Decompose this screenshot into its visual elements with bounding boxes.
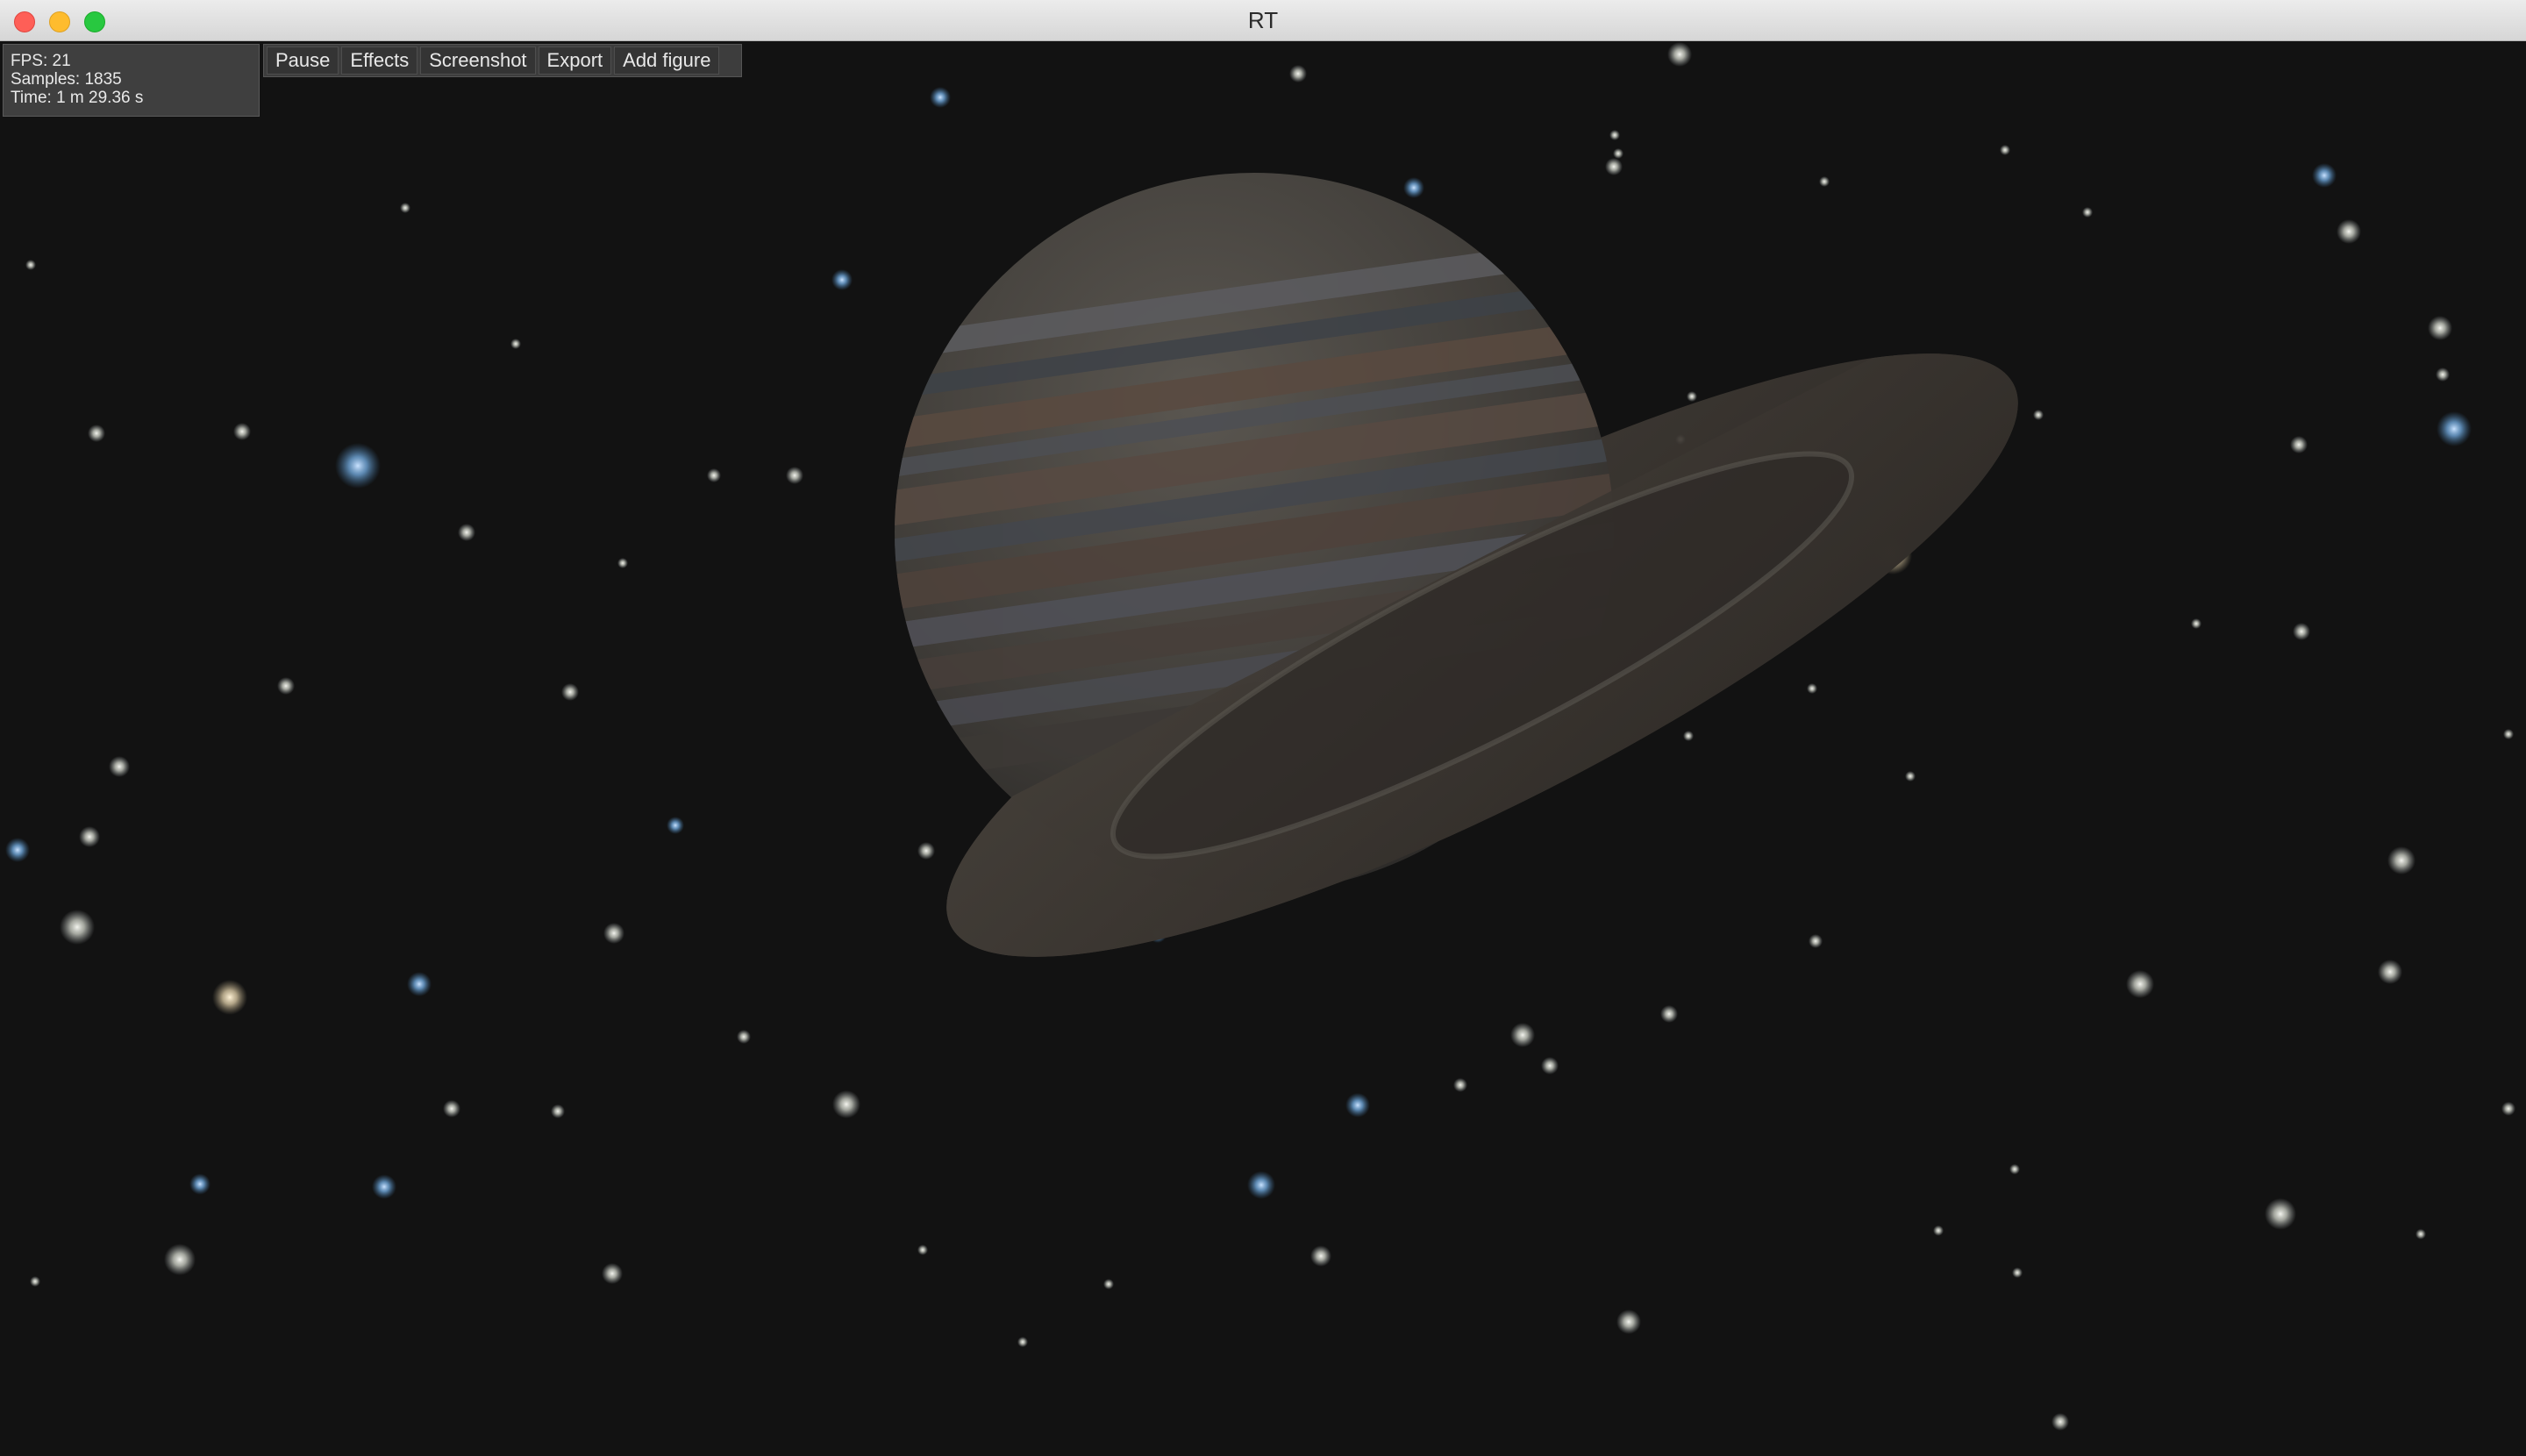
star [1905, 771, 1916, 782]
star [602, 1263, 623, 1284]
star [2000, 145, 2010, 155]
star [2501, 1102, 2515, 1116]
scene-canvas [5, 42, 2515, 1431]
star [2126, 970, 2154, 998]
render-viewport[interactable] [0, 41, 2526, 1456]
star [2033, 410, 2044, 420]
star [189, 1174, 210, 1195]
star [2012, 1267, 2023, 1278]
star [335, 443, 381, 489]
star [1017, 1337, 1028, 1347]
star [2503, 729, 2514, 739]
title-bar: RT [0, 0, 2526, 41]
effects-button[interactable]: Effects [341, 46, 418, 75]
star [1616, 1310, 1641, 1334]
star [407, 972, 432, 996]
star [233, 423, 251, 440]
star [5, 838, 30, 862]
pause-button[interactable]: Pause [267, 46, 339, 75]
star [2082, 207, 2093, 218]
star [1310, 1245, 1331, 1267]
star [277, 677, 295, 695]
star [2312, 163, 2337, 188]
star [2051, 1413, 2069, 1431]
star [1809, 934, 1823, 948]
star [2293, 623, 2310, 640]
star [25, 260, 36, 270]
star [2009, 1164, 2020, 1174]
star [917, 842, 935, 860]
star [212, 980, 247, 1015]
star [1667, 42, 1692, 67]
add-figure-button[interactable]: Add figure [614, 46, 720, 75]
star [1541, 1057, 1559, 1074]
export-button[interactable]: Export [538, 46, 612, 75]
window-title: RT [1247, 7, 1279, 33]
star [561, 683, 579, 701]
screenshot-button[interactable]: Screenshot [420, 46, 536, 75]
star [30, 1276, 40, 1287]
star [164, 1244, 196, 1275]
star [2415, 1229, 2426, 1239]
star [109, 756, 130, 777]
star [551, 1104, 565, 1118]
star [60, 910, 95, 945]
star [2265, 1198, 2296, 1230]
star [831, 269, 853, 290]
star [2437, 411, 2472, 446]
render-toolbar: Pause Effects Screenshot Export Add figu… [263, 44, 742, 77]
star [458, 524, 475, 541]
star [1660, 1005, 1678, 1023]
star [1247, 1171, 1275, 1199]
star [2378, 960, 2402, 984]
star [603, 923, 624, 944]
star [443, 1100, 460, 1117]
star [737, 1030, 751, 1044]
star [2290, 436, 2308, 453]
star [400, 203, 410, 213]
star [786, 467, 803, 484]
star [1687, 391, 1697, 402]
star [1683, 731, 1694, 741]
star [1403, 177, 1424, 198]
star [707, 468, 721, 482]
star [2428, 316, 2452, 340]
samples-readout: Samples: 1835 [11, 70, 122, 89]
star [1819, 176, 1830, 187]
star [79, 826, 100, 847]
star [2337, 219, 2361, 244]
star [930, 87, 951, 108]
star [1345, 1093, 1370, 1117]
star [2387, 846, 2415, 874]
star [917, 1245, 928, 1255]
star [1613, 148, 1623, 159]
star [88, 425, 105, 442]
star [1605, 158, 1623, 175]
star [372, 1174, 396, 1199]
star [617, 558, 628, 568]
star [667, 817, 684, 834]
star [2191, 618, 2201, 629]
star [2436, 368, 2450, 382]
star [1289, 65, 1307, 82]
star [832, 1090, 860, 1118]
star [1807, 683, 1817, 694]
star [510, 339, 521, 349]
star [1933, 1225, 1944, 1236]
elapsed-time-readout: Time: 1 m 29.36 s [11, 89, 144, 107]
star [1453, 1078, 1467, 1092]
star [1103, 1279, 1114, 1289]
star [1609, 130, 1620, 140]
fps-readout: FPS: 21 [11, 52, 71, 70]
render-stats-panel: FPS: 21 Samples: 1835 Time: 1 m 29.36 s [3, 44, 260, 117]
star [1510, 1023, 1535, 1047]
